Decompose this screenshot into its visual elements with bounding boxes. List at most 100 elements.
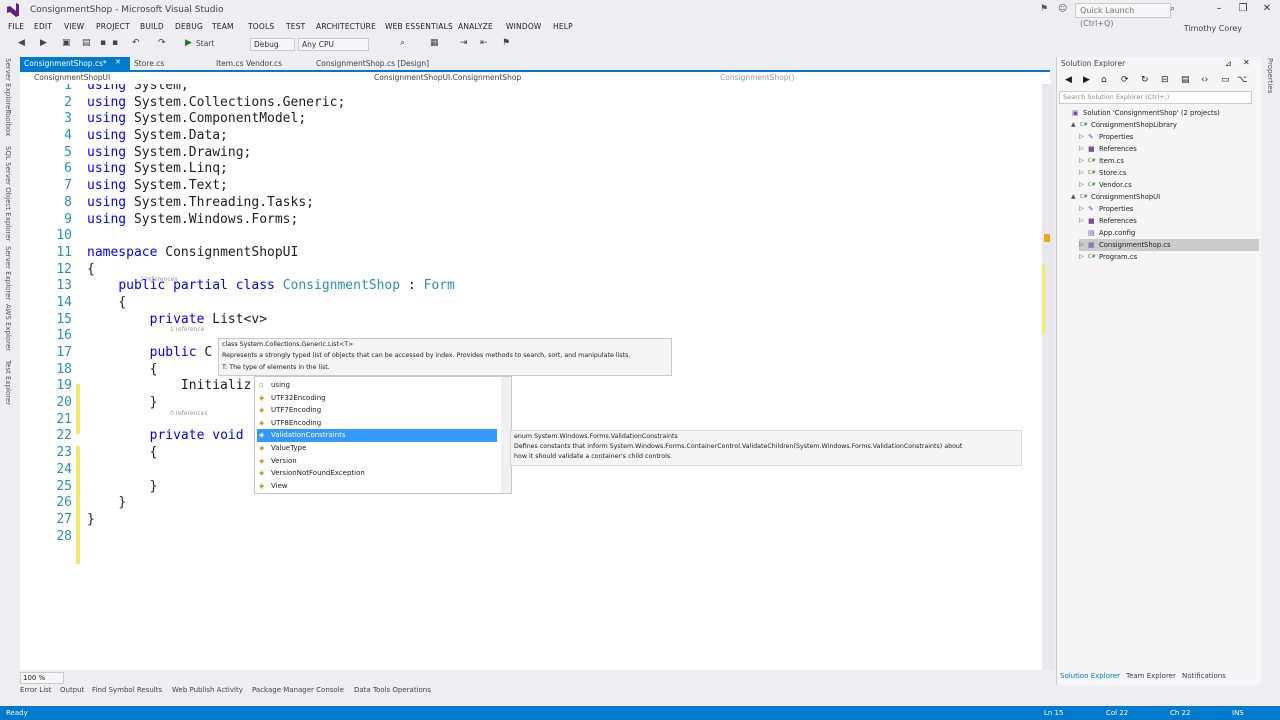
menu-debug[interactable]: DEBUG: [175, 22, 203, 31]
completion-item[interactable]: ▫ using: [257, 379, 497, 392]
right-strip-tab[interactable]: Properties: [1266, 58, 1274, 93]
refresh-icon[interactable]: ↻: [1141, 75, 1149, 85]
zoom-select[interactable]: 100 %: [20, 672, 64, 684]
menu-file[interactable]: FILE: [8, 22, 24, 31]
completion-item[interactable]: ◈ VersionNotFoundException: [257, 467, 497, 480]
properties-icon[interactable]: ⌥: [1237, 75, 1247, 85]
completion-list[interactable]: ▫ using ◈ UTF32Encoding ◈ UTF7Encoding ◈ UTF8En…: [254, 376, 512, 494]
member-dropdown[interactable]: ConsignmentShop(): [720, 73, 794, 82]
doc-tab[interactable]: Item.cs: [212, 57, 244, 70]
expand-arrow-icon[interactable]: ▷: [1079, 215, 1084, 227]
tree-node[interactable]: ▤ App.config: [1079, 227, 1259, 239]
left-strip-tab[interactable]: SQL Server Object Explorer: [4, 146, 12, 241]
menu-build[interactable]: BUILD: [140, 22, 164, 31]
left-strip-tab[interactable]: Server Explorer: [4, 246, 12, 300]
open-file-icon[interactable]: ▤: [82, 38, 91, 48]
quick-launch-input[interactable]: Quick Launch (Ctrl+Q): [1075, 3, 1171, 28]
new-project-icon[interactable]: ▣: [62, 38, 71, 48]
doc-tab[interactable]: ConsignmentShop.cs [Design]: [312, 57, 436, 70]
expand-arrow-icon[interactable]: ▷: [1079, 251, 1084, 263]
menu-tools[interactable]: TOOLS: [248, 22, 274, 31]
tree-node[interactable]: ▷ C# Vendor.cs: [1079, 179, 1259, 191]
redo-icon[interactable]: ↷: [158, 38, 166, 48]
back-icon[interactable]: ◀: [18, 38, 25, 48]
solution-search-input[interactable]: Search Solution Explorer (Ctrl+;): [1059, 91, 1252, 104]
tree-node[interactable]: ▷ C# Program.cs: [1079, 251, 1259, 263]
forward-icon[interactable]: ▶: [1083, 75, 1090, 85]
menu-project[interactable]: PROJECT: [96, 22, 130, 31]
expand-arrow-icon[interactable]: ▷: [1079, 155, 1084, 167]
home-icon[interactable]: ⌂: [1101, 75, 1107, 85]
close-tab-icon[interactable]: ✕: [115, 58, 121, 66]
codelens-references[interactable]: 2 references: [140, 272, 178, 289]
back-icon[interactable]: ◀: [1065, 75, 1072, 85]
editor-scrollbar[interactable]: [1042, 84, 1054, 670]
close-pane-icon[interactable]: ✕: [1243, 58, 1250, 67]
bottom-tab[interactable]: Web Publish Activity: [172, 686, 243, 694]
menu-test[interactable]: TEST: [286, 22, 305, 31]
solution-explorer-tab[interactable]: Team Explorer: [1126, 672, 1176, 680]
bottom-tab[interactable]: Package Manager Console: [252, 686, 344, 694]
tree-node[interactable]: ▷ ▦ ConsignmentShop.cs: [1079, 239, 1259, 251]
expand-arrow-icon[interactable]: ▷: [1079, 143, 1084, 155]
solution-explorer-tab[interactable]: Notifications: [1182, 672, 1226, 680]
completion-item[interactable]: ◈ ValueType: [257, 442, 497, 455]
menu-analyze[interactable]: ANALYZE: [458, 22, 493, 31]
type-dropdown[interactable]: ConsignmentShopUI.ConsignmentShop: [374, 73, 521, 82]
menu-team[interactable]: TEAM: [212, 22, 234, 31]
doc-tab[interactable]: Vendor.cs: [242, 57, 312, 70]
indent-icon[interactable]: ⇥: [460, 38, 468, 48]
bottom-tab[interactable]: Output: [60, 686, 84, 694]
completion-item[interactable]: ◈ ValidationConstraints: [257, 429, 497, 442]
maximize-button[interactable]: ❐: [1236, 2, 1250, 16]
preview-icon[interactable]: ▭: [1221, 75, 1230, 85]
completion-item[interactable]: ◈ View: [257, 480, 497, 493]
tree-node[interactable]: ▷ C# Item.cs: [1079, 155, 1259, 167]
completion-item[interactable]: ◈ Version: [257, 455, 497, 468]
feedback-icon[interactable]: ☺: [1058, 4, 1067, 14]
tree-node[interactable]: ▲ C# ConsignmentShopLibrary: [1071, 119, 1259, 131]
forward-icon[interactable]: ▶: [40, 38, 47, 48]
tree-node[interactable]: ▷ ✎ Properties: [1079, 203, 1259, 215]
menu-help[interactable]: HELP: [553, 22, 573, 31]
show-all-files-icon[interactable]: ▤: [1181, 75, 1190, 85]
expand-arrow-icon[interactable]: ▷: [1079, 167, 1084, 179]
left-strip-tab[interactable]: Test Explorer: [4, 360, 12, 405]
tree-node[interactable]: ▷ ■ References: [1079, 143, 1259, 155]
tree-node[interactable]: ▲ C# ConsignmentShopUI: [1071, 191, 1259, 203]
tree-node[interactable]: ▣ Solution 'ConsignmentShop' (2 projects): [1063, 107, 1259, 119]
save-icon[interactable]: ▪: [100, 38, 106, 48]
completion-item[interactable]: ◈ UTF8Encoding: [257, 417, 497, 430]
view-code-icon[interactable]: ‹›: [1201, 75, 1208, 85]
bottom-tab[interactable]: Data Tools Operations: [354, 686, 431, 694]
expand-arrow-icon[interactable]: ▷: [1079, 203, 1084, 215]
expand-arrow-icon[interactable]: ▲: [1071, 119, 1076, 131]
left-strip-tab[interactable]: AWS Explorer: [4, 304, 12, 351]
solution-explorer-tab[interactable]: Solution Explorer: [1060, 672, 1120, 680]
bookmark-icon[interactable]: ⚑: [502, 38, 510, 48]
left-strip-tab[interactable]: Server Explorer: [4, 58, 12, 112]
tree-node[interactable]: ▷ ■ References: [1079, 215, 1259, 227]
code-editor[interactable]: 1 using System; 2 using System.Collections.…: [20, 84, 1042, 670]
save-all-icon[interactable]: ▪: [112, 38, 118, 48]
comment-icon[interactable]: ▦: [430, 38, 439, 48]
platform-select[interactable]: Any CPU: [298, 38, 369, 51]
expand-arrow-icon[interactable]: ▷: [1079, 239, 1084, 251]
expand-arrow-icon[interactable]: ▲: [1071, 191, 1076, 203]
tree-node[interactable]: ▷ C# Store.cs: [1079, 167, 1259, 179]
sync-icon[interactable]: ⟳: [1121, 75, 1129, 85]
start-button[interactable]: Start: [196, 39, 214, 48]
menu-architecture[interactable]: ARCHITECTURE: [316, 22, 376, 31]
bottom-tab[interactable]: Error List: [20, 686, 52, 694]
menu-window[interactable]: WINDOW: [506, 22, 542, 31]
left-strip-tab[interactable]: Toolbox: [4, 110, 12, 136]
expand-arrow-icon[interactable]: ▷: [1079, 131, 1084, 143]
bottom-tab[interactable]: Find Symbol Results: [92, 686, 162, 694]
codelens-references[interactable]: 0 references: [170, 406, 208, 423]
tree-node[interactable]: ▷ ✎ Properties: [1079, 131, 1259, 143]
menu-view[interactable]: VIEW: [64, 22, 84, 31]
menu-web-essentials[interactable]: WEB ESSENTIALS: [385, 22, 453, 31]
project-dropdown[interactable]: ConsignmentShopUI: [34, 73, 110, 82]
collapse-all-icon[interactable]: ⊟: [1161, 75, 1169, 85]
menu-edit[interactable]: EDIT: [34, 22, 52, 31]
